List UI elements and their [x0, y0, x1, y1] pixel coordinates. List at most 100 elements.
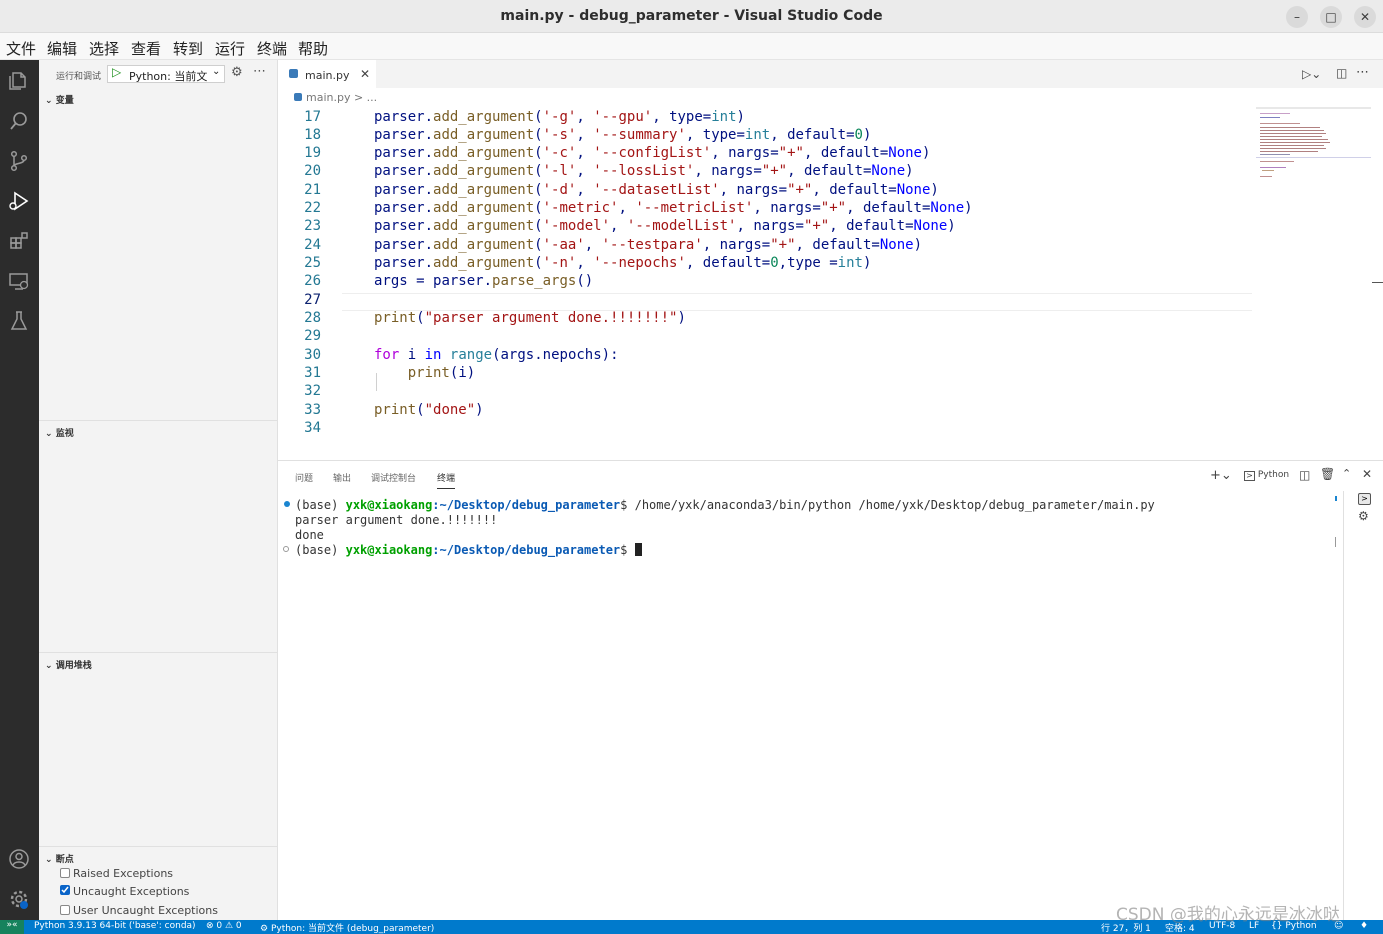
menu-file[interactable]: 文件 [6, 38, 36, 59]
problems-status[interactable]: ⊗ 0 ⚠ 0 [206, 921, 242, 931]
terminal-list-debug-icon[interactable]: ⚙ [1358, 509, 1369, 523]
run-python-file-icon[interactable]: ▷⌄ [1302, 67, 1321, 81]
notifications-bell-icon[interactable]: ♦ [1360, 921, 1368, 931]
menu-selection[interactable]: 选择 [89, 38, 119, 59]
kill-terminal-icon[interactable]: 🗑 [1320, 467, 1335, 481]
line-number: 30 [304, 347, 321, 363]
account-icon[interactable] [8, 848, 30, 870]
prompt-user: yxk@xiaokang [345, 543, 433, 557]
more-actions-icon[interactable]: ⋯ [253, 64, 266, 79]
code-line: parser.add_argument('-c', '--configList'… [374, 145, 931, 161]
extensions-icon[interactable] [8, 230, 30, 252]
split-terminal-icon[interactable]: ◫ [1299, 468, 1310, 482]
line-number: 24 [304, 237, 321, 253]
menu-run[interactable]: 运行 [215, 38, 245, 59]
menu-view[interactable]: 查看 [131, 38, 161, 59]
tab-terminal[interactable]: 终端 [437, 471, 456, 489]
line-number: 18 [304, 127, 321, 143]
breakpoint-label: Uncaught Exceptions [73, 885, 190, 898]
menu-terminal[interactable]: 终端 [257, 38, 287, 59]
menu-go[interactable]: 转到 [173, 38, 203, 59]
testing-icon[interactable] [8, 310, 30, 332]
line-number: 27 [304, 292, 321, 308]
checkbox[interactable] [60, 905, 70, 915]
breadcrumb[interactable]: main.py > ... [294, 91, 377, 104]
search-icon[interactable] [8, 110, 30, 132]
minimap[interactable] [1256, 107, 1371, 182]
tab-debug-console[interactable]: 调试控制台 [371, 471, 416, 484]
tab-main-py[interactable]: main.py ✕ [278, 60, 376, 88]
checkbox-checked[interactable] [60, 885, 70, 895]
terminal-scrollbar[interactable] [1335, 496, 1337, 501]
source-control-icon[interactable] [8, 150, 30, 172]
breakpoints-section[interactable]: ⌄ 断点 Raised Exceptions Uncaught Exceptio… [39, 846, 278, 920]
terminal-line: (base) yxk@xiaokang:~/Desktop/debug_para… [295, 498, 1155, 512]
command: $ /home/yxk/anaconda3/bin/python /home/y… [620, 498, 1155, 512]
menu-help[interactable]: 帮助 [298, 38, 328, 59]
terminal-shell-button[interactable]: > Python [1244, 470, 1289, 481]
watch-label: 监视 [55, 429, 74, 439]
menu-edit[interactable]: 编辑 [47, 38, 77, 59]
line-number: 22 [304, 200, 321, 216]
line-number: 31 [304, 365, 321, 381]
editor-scrollbar-marker[interactable] [1372, 282, 1383, 283]
breakpoint-uncaught-exceptions[interactable]: Uncaught Exceptions [60, 885, 189, 898]
debug-icon: ⚙ [260, 924, 271, 934]
watch-section[interactable]: ⌄ 监视 [39, 420, 278, 652]
variables-section[interactable]: ⌄ 变量 [39, 88, 278, 420]
remote-explorer-icon[interactable] [8, 270, 30, 292]
minimize-button[interactable]: – [1286, 6, 1308, 28]
debug-config-select[interactable]: ▷ Python: 当前文 ⌄ [107, 65, 225, 83]
terminal-list-python-icon[interactable]: > [1358, 493, 1371, 505]
terminal-list: > ⚙ [1343, 491, 1383, 921]
terminal-shell-label: Python [1257, 470, 1290, 480]
prompt-user: yxk@xiaokang [345, 498, 433, 512]
maximize-panel-icon[interactable]: ⌃ [1342, 467, 1351, 480]
run-debug-icon[interactable] [8, 190, 30, 212]
breakpoint-label: Raised Exceptions [73, 867, 174, 880]
line-number: 32 [304, 383, 321, 399]
breakpoint-raised-exceptions[interactable]: Raised Exceptions [60, 867, 173, 880]
more-actions-icon[interactable]: ⋯ [1356, 65, 1369, 80]
command-pending-icon [283, 546, 289, 552]
tab-output[interactable]: 输出 [333, 471, 351, 484]
callstack-section[interactable]: ⌄ 调用堆栈 [39, 652, 278, 846]
terminal-line: done [295, 528, 324, 542]
title-bar: main.py - debug_parameter - Visual Studi… [0, 0, 1383, 33]
run-debug-sidebar: 运行和调试 ▷ Python: 当前文 ⌄ ⚙ ⋯ ⌄ 变量 ⌄ 监视 ⌄ 调用… [39, 60, 278, 920]
terminal-icon: > [1244, 471, 1255, 481]
remote-icon[interactable]: »« [0, 920, 24, 934]
split-editor-icon[interactable]: ◫ [1336, 66, 1347, 80]
line-number: 17 [304, 109, 321, 125]
tab-label: main.py [305, 69, 350, 82]
prompt-path: :~/Desktop/debug_parameter [432, 543, 621, 557]
manage-gear-icon[interactable] [8, 888, 30, 910]
line-number: 28 [304, 310, 321, 326]
variables-header: ⌄ 变量 [45, 96, 74, 106]
checkbox[interactable] [60, 868, 70, 878]
python-interpreter-status[interactable]: Python 3.9.13 64-bit ('base': conda) [34, 921, 196, 931]
maximize-button[interactable]: □ [1320, 6, 1342, 28]
debug-config-status[interactable]: ⚙ Python: 当前文件 (debug_parameter) [260, 921, 434, 934]
breakpoint-label: User Uncaught Exceptions [73, 904, 218, 917]
code-view[interactable]: 17 18 19 20 21 22 23 24 25 26 27 28 29 3… [278, 107, 1258, 447]
start-debug-icon[interactable]: ▷ [112, 65, 121, 79]
code-line: print("parser argument done.!!!!!!!") [374, 310, 686, 326]
new-terminal-icon[interactable]: +⌄ [1210, 468, 1232, 483]
breakpoint-user-uncaught-exceptions[interactable]: User Uncaught Exceptions [60, 904, 218, 917]
code-line: parser.add_argument('-s', '--summary', t… [374, 127, 872, 143]
close-window-button[interactable]: ✕ [1354, 6, 1376, 28]
line-number: 19 [304, 145, 321, 161]
code-line: parser.add_argument('-aa', '--testpara',… [374, 237, 922, 253]
code-line: parser.add_argument('-d', '--datasetList… [374, 182, 939, 198]
tab-problems[interactable]: 问题 [295, 471, 313, 484]
explorer-icon[interactable] [8, 70, 30, 92]
prompt-base: (base) [295, 543, 339, 557]
variables-label: 变量 [55, 96, 74, 106]
close-icon[interactable]: ✕ [360, 67, 370, 81]
close-panel-icon[interactable]: ✕ [1362, 467, 1372, 481]
editor-area: main.py ✕ ▷⌄ ◫ ⋯ main.py > ... 17 18 19 … [278, 60, 1383, 460]
settings-gear-icon[interactable]: ⚙ [231, 65, 243, 80]
prompt-end: $ [620, 543, 628, 557]
code-line: print(i) [407, 365, 476, 381]
